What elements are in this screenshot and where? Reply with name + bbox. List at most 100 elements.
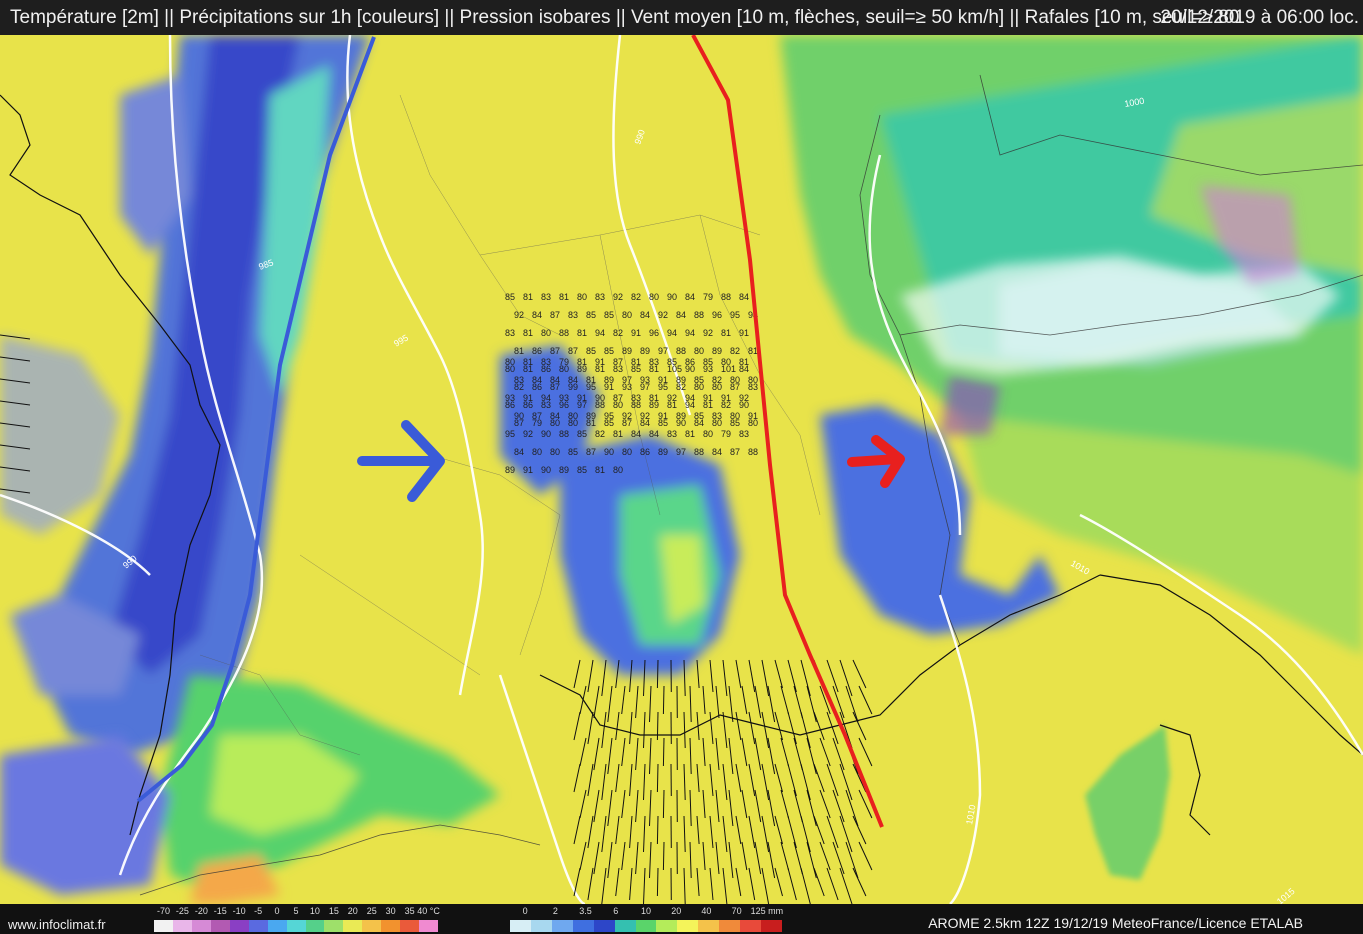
gust-value: 91 bbox=[739, 328, 749, 338]
gust-value: 86 bbox=[685, 357, 695, 367]
legend-swatch bbox=[172, 920, 192, 932]
gust-value: 90 bbox=[604, 447, 614, 457]
legend-swatch bbox=[305, 920, 325, 932]
legend-tick: 3.5 bbox=[579, 906, 592, 916]
gust-value: 80 bbox=[622, 447, 632, 457]
gust-value: 87 bbox=[613, 393, 623, 403]
gust-value: 92 bbox=[640, 411, 650, 421]
gust-value: 96 bbox=[712, 310, 722, 320]
gust-value: 90 bbox=[595, 393, 605, 403]
gust-value: 80 bbox=[550, 447, 560, 457]
gust-value: 84 bbox=[532, 310, 542, 320]
legend-swatch bbox=[324, 920, 344, 932]
gust-value: 79 bbox=[703, 292, 713, 302]
gust-value: 81 bbox=[748, 346, 758, 356]
gust-value: 92 bbox=[667, 393, 677, 403]
gust-value: 80 bbox=[730, 411, 740, 421]
gust-value: 88 bbox=[748, 447, 758, 457]
legend-tick: 20 bbox=[671, 906, 682, 916]
legend-tick: 0 bbox=[274, 906, 280, 916]
gust-value: 81 bbox=[685, 429, 695, 439]
legend-swatch bbox=[698, 920, 720, 932]
weather-map: 990 995 990 1000 1010 1010 1015 985 85 81… bbox=[0, 35, 1363, 904]
gust-value: 89 bbox=[604, 375, 614, 385]
legend-swatch bbox=[677, 920, 699, 932]
gust-value: 80 bbox=[721, 357, 731, 367]
gust-value: 89 bbox=[676, 411, 686, 421]
gust-value: 87 bbox=[730, 447, 740, 457]
precip-legend: 0 2 3.5 6 10 20 40 70 125 mm bbox=[510, 906, 783, 932]
gust-value: 84 bbox=[631, 429, 641, 439]
gust-value: 88 bbox=[559, 429, 569, 439]
gust-value: 89 bbox=[586, 411, 596, 421]
gust-value: 93 bbox=[640, 375, 650, 385]
gust-value: 84 bbox=[550, 375, 560, 385]
legend-swatch bbox=[572, 920, 594, 932]
wind-arrow bbox=[656, 659, 659, 689]
legend-tick: -15 bbox=[213, 906, 227, 916]
wind-arrow bbox=[656, 711, 659, 741]
legend-swatch bbox=[267, 920, 287, 932]
gust-value: 83 bbox=[568, 310, 578, 320]
gust-value: 88 bbox=[694, 310, 704, 320]
gust-value: 92 bbox=[658, 310, 668, 320]
gust-value: 86 bbox=[640, 447, 650, 457]
gust-value: 84 bbox=[676, 310, 686, 320]
gust-value: 82 bbox=[712, 375, 722, 385]
gust-value: 83 bbox=[739, 429, 749, 439]
gust-value: 80 bbox=[568, 411, 578, 421]
legend-swatch bbox=[210, 920, 230, 932]
legend-swatch bbox=[551, 920, 573, 932]
wind-arrow bbox=[656, 815, 659, 845]
legend-tick: 5 bbox=[293, 906, 299, 916]
gust-value: 83 bbox=[505, 328, 515, 338]
gust-value: 81 bbox=[523, 292, 533, 302]
gust-value: 94 bbox=[595, 328, 605, 338]
wind-arrow bbox=[662, 789, 665, 819]
gust-value: 80 bbox=[532, 447, 542, 457]
gust-value: 81 bbox=[577, 328, 587, 338]
gust-value: 91 bbox=[658, 375, 668, 385]
legend-tick: 15 bbox=[328, 906, 339, 916]
gust-value: 89 bbox=[658, 447, 668, 457]
site-link[interactable]: www.infoclimat.fr bbox=[8, 917, 106, 932]
gust-value: 90 bbox=[514, 411, 524, 421]
gust-value: 83 bbox=[631, 393, 641, 403]
gust-value: 90 bbox=[667, 292, 677, 302]
gust-value: 80 bbox=[577, 292, 587, 302]
legend-swatch bbox=[362, 920, 382, 932]
gust-value: 82 bbox=[613, 328, 623, 338]
legend-swatch bbox=[656, 920, 678, 932]
gust-value: 81 bbox=[631, 357, 641, 367]
gust-value: 91 bbox=[631, 328, 641, 338]
gust-value: 81 bbox=[523, 328, 533, 338]
gust-value: 94 bbox=[541, 393, 551, 403]
legend-swatch bbox=[229, 920, 249, 932]
gust-value: 80 bbox=[622, 310, 632, 320]
legend-swatch bbox=[510, 920, 531, 932]
gust-value: 88 bbox=[676, 346, 686, 356]
legend-tick: 10 bbox=[640, 906, 652, 916]
gust-value: 85 bbox=[604, 310, 614, 320]
gust-value: 80 bbox=[613, 465, 623, 475]
gust-value: 95 bbox=[505, 429, 515, 439]
gust-value: 83 bbox=[514, 375, 524, 385]
gust-value: 88 bbox=[721, 292, 731, 302]
gust-value: 80 bbox=[703, 429, 713, 439]
gust-value: 88 bbox=[559, 328, 569, 338]
gust-value: 87 bbox=[532, 411, 542, 421]
gust-value: 87 bbox=[586, 447, 596, 457]
gust-value: 90 bbox=[541, 429, 551, 439]
gust-value: 84 bbox=[739, 292, 749, 302]
legend-swatch bbox=[593, 920, 615, 932]
wind-arrow bbox=[662, 841, 665, 871]
legend-swatch bbox=[740, 920, 762, 932]
gust-value: 84 bbox=[568, 375, 578, 385]
gust-value: 97 bbox=[676, 447, 686, 457]
gust-value: 79 bbox=[559, 357, 569, 367]
gust-value: 84 bbox=[712, 447, 722, 457]
legend-tick: -25 bbox=[175, 906, 189, 916]
legend-swatch bbox=[248, 920, 268, 932]
gust-value: 88 bbox=[694, 447, 704, 457]
gust-value: 89 bbox=[640, 346, 650, 356]
